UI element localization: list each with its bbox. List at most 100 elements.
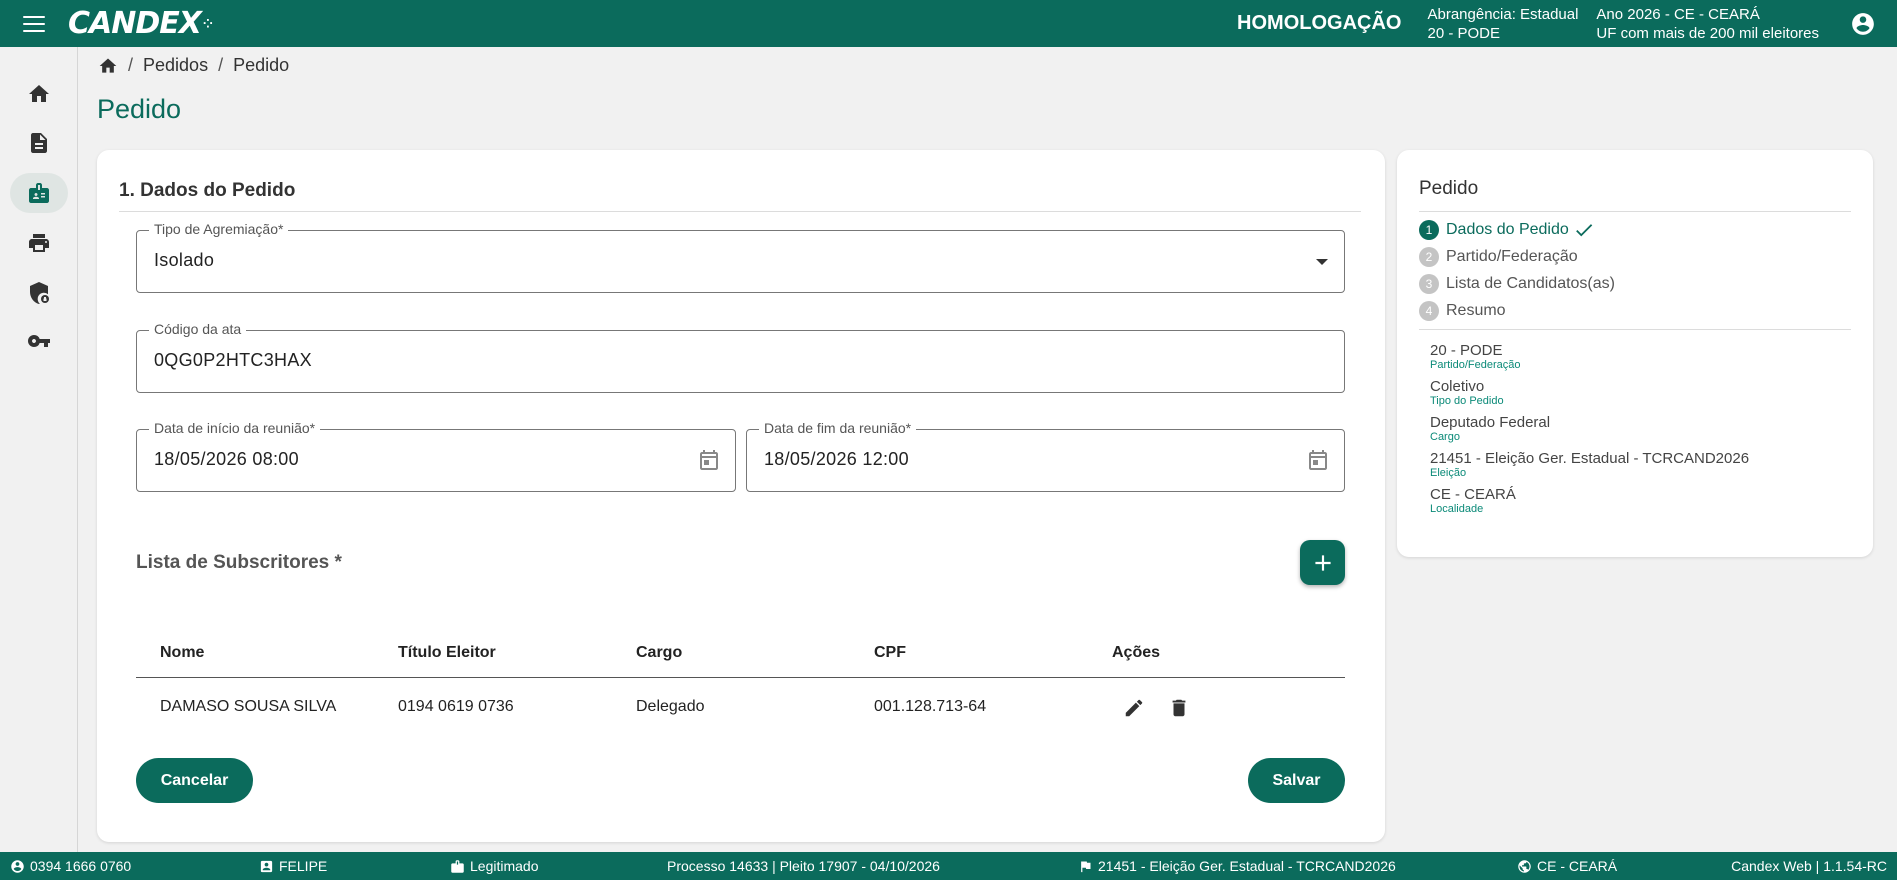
column-header-cpf[interactable]: CPF	[874, 644, 906, 662]
footer-phone-text: 0394 1666 0760	[30, 858, 132, 874]
status-footer: 0394 1666 0760 FELIPE Legitimado Process…	[0, 852, 1897, 880]
breadcrumb-separator: /	[218, 55, 224, 75]
divider	[1419, 211, 1851, 212]
add-subscritor-button[interactable]	[1300, 540, 1345, 585]
section-title: 1. Dados do Pedido	[119, 180, 296, 201]
step-lista-candidatos[interactable]: 3 Lista de Candidatos(as)	[1419, 274, 1615, 294]
nav-pedidos[interactable]	[10, 173, 68, 213]
footer-status-text: Legitimado	[470, 858, 539, 874]
summary-item-cargo: Deputado Federal Cargo	[1430, 414, 1550, 443]
scope-line-2: 20 - PODE	[1427, 24, 1501, 42]
briefcase-icon	[451, 859, 464, 873]
nav-home[interactable]	[10, 74, 68, 114]
security-icon	[30, 282, 49, 304]
table-row: DAMASO SOUSA SILVA 0194 0619 0736 Delega…	[136, 680, 1345, 736]
summary-key: Cargo	[1430, 431, 1460, 443]
step-label: Resumo	[1446, 302, 1506, 319]
summary-item-partido: 20 - PODE Partido/Federação	[1430, 342, 1521, 371]
cell-cpf: 001.128.713-64	[874, 698, 987, 715]
footer-version: Candex Web | 1.1.54-RC	[1731, 858, 1887, 874]
edit-button[interactable]	[1119, 693, 1149, 723]
globe-icon	[1518, 859, 1531, 873]
tipo-agremiacao-label: Tipo de Agremiação*	[149, 221, 289, 237]
step-number: 3	[1419, 274, 1439, 294]
menu-icon	[23, 15, 45, 32]
step-label: Lista de Candidatos(as)	[1446, 275, 1615, 292]
codigo-ata-value: 0QG0P2HTC3HAX	[154, 350, 312, 370]
summary-title: Pedido	[1419, 178, 1479, 199]
step-dados-pedido[interactable]: 1 Dados do Pedido	[1419, 219, 1595, 241]
data-inicio-label: Data de início da reunião*	[149, 420, 321, 436]
flag-icon	[1081, 861, 1091, 872]
top-app-bar: CANDEX ⁘ HOMOLOGAÇÃO Abrangência: Estadu…	[0, 0, 1897, 47]
logo-dots: ⁘	[202, 16, 214, 31]
app-logo[interactable]: CANDEX ⁘	[68, 6, 214, 41]
cell-cargo: Delegado	[636, 698, 705, 715]
footer-user: FELIPE	[259, 858, 327, 874]
scope-info: Abrangência: Estadual 20 - PODE	[1427, 5, 1578, 43]
summary-key: Eleição	[1430, 467, 1467, 479]
badge-icon	[29, 183, 49, 203]
breadcrumb-pedido: Pedido	[233, 55, 290, 75]
step-label: Partido/Federação	[1446, 248, 1578, 265]
add-icon	[1314, 554, 1331, 571]
delete-button[interactable]	[1164, 693, 1194, 723]
footer-version-text: Candex Web | 1.1.54-RC	[1731, 858, 1887, 874]
summary-value: 21451 - Eleição Ger. Estadual - TCRCAND2…	[1430, 450, 1750, 467]
summary-item-localidade: CE - CEARÁ Localidade	[1430, 486, 1516, 515]
calendar-icon[interactable]	[697, 449, 721, 478]
step-number: 2	[1419, 247, 1439, 267]
footer-election-text: 21451 - Eleição Ger. Estadual - TCRCAND2…	[1098, 858, 1396, 874]
summary-key: Tipo do Pedido	[1430, 395, 1504, 407]
home-icon[interactable]	[98, 56, 118, 76]
footer-process: Processo 14633 | Pleito 17907 - 04/10/20…	[667, 858, 940, 874]
summary-value: CE - CEARÁ	[1430, 486, 1516, 503]
account-circle-icon	[1852, 12, 1874, 35]
user-account-button[interactable]	[1843, 4, 1883, 44]
nav-keys[interactable]	[10, 321, 68, 361]
nav-documents[interactable]	[10, 123, 68, 163]
footer-locality-text: CE - CEARÁ	[1537, 858, 1618, 874]
column-header-acoes: Ações	[1112, 644, 1161, 661]
step-resumo[interactable]: 4 Resumo	[1419, 301, 1506, 321]
column-header-nome[interactable]: Nome	[160, 644, 204, 662]
column-header-cargo[interactable]: Cargo	[636, 644, 682, 662]
menu-button[interactable]	[0, 0, 68, 47]
footer-process-text: Processo 14633 | Pleito 17907 - 04/10/20…	[667, 858, 940, 874]
column-header-titulo[interactable]: Título Eleitor	[398, 644, 496, 662]
divider	[119, 211, 1361, 212]
year-line-2: UF com mais de 200 mil eleitores	[1596, 24, 1819, 42]
cancel-button[interactable]: Cancelar	[136, 758, 253, 803]
environment-label: HOMOLOGAÇÃO	[1237, 12, 1402, 34]
summary-item-tipo: Coletivo Tipo do Pedido	[1430, 378, 1504, 407]
step-number: 1	[1419, 220, 1439, 240]
dropdown-arrow-icon	[1316, 259, 1328, 265]
codigo-ata-field[interactable]: Código da ata 0QG0P2HTC3HAX	[136, 321, 1345, 393]
home-icon	[29, 85, 49, 102]
nav-print[interactable]	[10, 223, 68, 263]
tipo-agremiacao-value: Isolado	[154, 250, 215, 270]
footer-election: 21451 - Eleição Ger. Estadual - TCRCAND2…	[1078, 858, 1396, 874]
breadcrumb-pedidos[interactable]: Pedidos	[143, 55, 208, 76]
person-icon	[260, 860, 273, 872]
divider	[1419, 329, 1851, 330]
account-circle-icon	[11, 859, 24, 873]
order-form-card: 1. Dados do Pedido Tipo de Agremiação* I…	[97, 150, 1385, 842]
key-icon	[28, 335, 50, 347]
data-fim-field[interactable]: Data de fim da reunião* 18/05/2026 12:00	[746, 420, 1345, 492]
table-header: Nome Título Eleitor Cargo CPF Ações	[136, 628, 1345, 678]
summary-value: 20 - PODE	[1430, 342, 1503, 359]
step-partido-federacao[interactable]: 2 Partido/Federação	[1419, 247, 1578, 267]
data-inicio-field[interactable]: Data de início da reunião* 18/05/2026 08…	[136, 420, 736, 492]
tipo-agremiacao-select[interactable]: Tipo de Agremiação* Isolado	[136, 221, 1345, 293]
breadcrumb: / Pedidos / Pedido	[98, 55, 289, 76]
nav-security[interactable]	[10, 273, 68, 313]
printer-icon	[29, 234, 49, 252]
calendar-icon[interactable]	[1306, 449, 1330, 478]
save-button[interactable]: Salvar	[1248, 758, 1345, 803]
edit-icon	[1125, 699, 1143, 717]
data-fim-label: Data de fim da reunião*	[759, 420, 917, 436]
year-info: Ano 2026 - CE - CEARÁ UF com mais de 200…	[1596, 5, 1819, 43]
summary-key: Partido/Federação	[1430, 359, 1521, 371]
page-title: Pedido	[97, 94, 182, 124]
